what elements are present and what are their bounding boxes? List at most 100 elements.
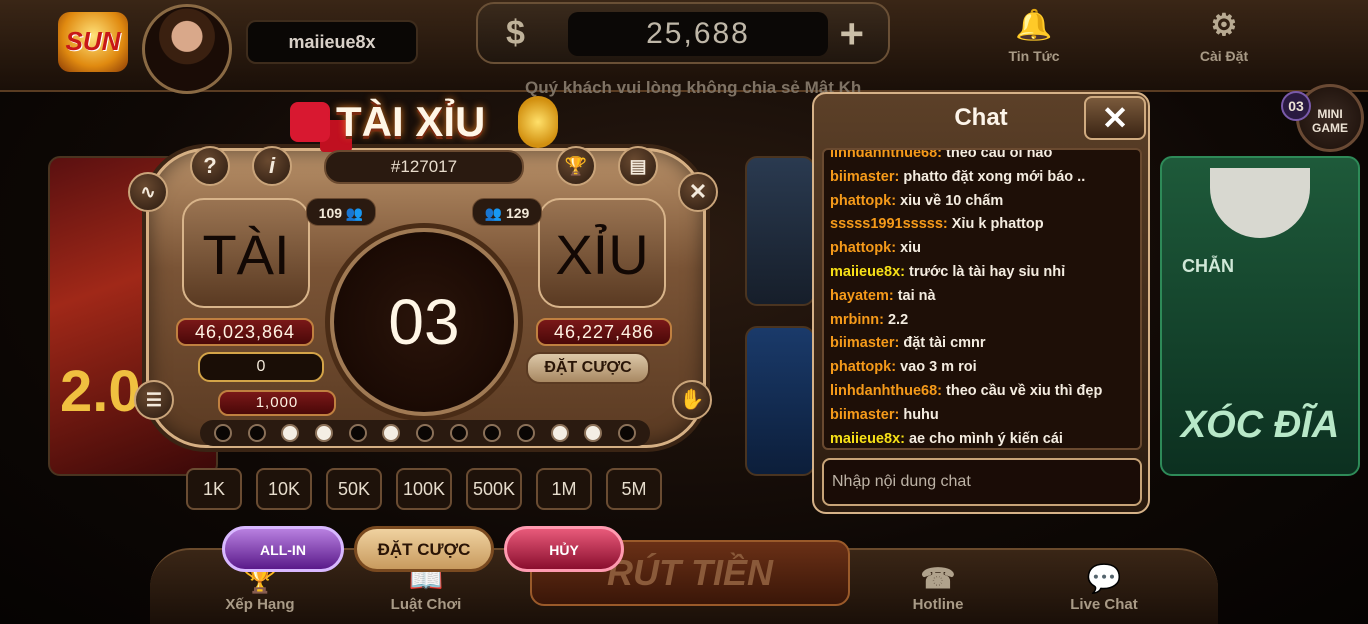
dice-icon <box>290 102 330 142</box>
settings-button[interactable]: ⚙ Cài Đặt <box>1164 4 1284 74</box>
chat-message: biimaster: đặt tài cmnr <box>830 332 1134 356</box>
chat-username[interactable]: maiieue8x: <box>830 264 905 280</box>
chat-text: tai nà <box>893 287 936 304</box>
history-dot-black <box>517 424 536 442</box>
xiu-label[interactable]: XỈU <box>538 198 666 308</box>
chat-text: ae cho mình ý kiến cái <box>904 430 1063 447</box>
lobby-card-tien[interactable] <box>745 156 815 306</box>
xiu-player-count: 👥 129 <box>472 198 542 226</box>
chat-bubble-icon: 💬 <box>1086 563 1122 594</box>
history-dot-black <box>618 424 637 442</box>
ranking-label: Xếp Hạng <box>225 596 295 613</box>
username-display[interactable]: maiieue8x <box>246 20 418 64</box>
tai-label[interactable]: TÀI <box>182 198 310 308</box>
chat-username[interactable]: linhdanhthue68: <box>830 383 942 399</box>
close-taixiu-button[interactable]: ✕ <box>678 172 718 212</box>
chat-username[interactable]: linhdanhthue68: <box>830 150 942 161</box>
chat-username[interactable]: phattopk: <box>830 240 896 256</box>
chat-username[interactable]: phattopk: <box>830 359 896 375</box>
chat-message: maiieue8x: trước là tài hay sỉu nhỉ <box>830 261 1134 285</box>
avatar[interactable] <box>142 4 232 94</box>
history-button[interactable]: ☰ <box>134 380 174 420</box>
chip-10k[interactable]: 10K <box>256 468 312 510</box>
close-icon: ✕ <box>688 179 708 204</box>
result-history <box>200 420 650 446</box>
chat-message-list[interactable]: linhdanhthue68: theo cầu ổi nào biimaster… <box>822 148 1142 450</box>
chat-message: phattopk: vao 3 m roi <box>830 356 1134 380</box>
phone-icon: ☎ <box>920 563 956 594</box>
chart-icon: ∿ <box>140 182 156 202</box>
bell-icon: 🔔 <box>1015 9 1053 42</box>
chat-username[interactable]: biimaster: <box>830 169 899 185</box>
xiu-player-count-value: 129 <box>505 205 530 221</box>
stats-button[interactable]: ∿ <box>128 172 168 212</box>
chat-panel: Chat ✕ linhdanhthue68: theo cầu ổi nào bi… <box>812 92 1150 514</box>
chip-100k[interactable]: 100K <box>396 468 452 510</box>
tai-bet-input[interactable]: 0 <box>198 352 324 382</box>
chat-username[interactable]: biimaster: <box>830 407 899 423</box>
history-dot-white <box>584 424 603 442</box>
dollar-icon: $ <box>506 14 525 52</box>
countdown-timer: 03 <box>330 228 518 416</box>
add-funds-button[interactable]: + <box>839 10 864 58</box>
chat-message: phattopk: xiu về 10 chấm <box>830 190 1134 214</box>
cancel-bet-button[interactable]: HỦY <box>504 526 624 572</box>
sunwin-logo[interactable]: SUN <box>58 12 128 72</box>
tai-player-count-value: 109 <box>318 205 343 221</box>
hand-icon: ✋ <box>679 389 705 411</box>
help-button[interactable]: ? <box>190 146 230 186</box>
lobby-card-phom[interactable] <box>745 326 815 476</box>
xiu-total-bet: 46,227,486 <box>536 318 672 346</box>
session-id: #127017 <box>324 150 524 184</box>
chat-text: xiu <box>896 240 922 257</box>
xoc-dia-plate-icon <box>1210 168 1310 238</box>
chat-message: linhdanhthue68: theo cầu về xiu thì đẹp <box>830 380 1134 404</box>
chat-username[interactable]: phattopk: <box>830 193 896 209</box>
chat-toggle-button[interactable]: ▤ <box>618 146 658 186</box>
chat-username[interactable]: hayatem: <box>830 288 894 304</box>
chat-message: maiieue8x: ae cho mình ý kiến cái <box>830 428 1134 448</box>
chat-message: phattopk: xiu <box>830 237 1134 261</box>
hand-button[interactable]: ✋ <box>672 380 712 420</box>
chat-message: biimaster: phatto đặt xong mới báo .. <box>830 166 1134 190</box>
xiu-place-bet-button[interactable]: ĐẶT CƯỢC <box>526 352 650 384</box>
chat-input[interactable] <box>822 458 1142 506</box>
coins-icon <box>518 96 558 148</box>
place-bet-button[interactable]: ĐẶT CƯỢC <box>354 526 494 572</box>
info-button[interactable]: i <box>252 146 292 186</box>
chat-message: mrbinn: 2.2 <box>830 309 1134 333</box>
settings-label: Cài Đặt <box>1199 48 1249 64</box>
trophy-icon: 🏆 <box>564 156 588 176</box>
chip-500k[interactable]: 500K <box>466 468 522 510</box>
chip-50k[interactable]: 50K <box>326 468 382 510</box>
chat-username[interactable]: biimaster: <box>830 335 899 351</box>
mini-game-button[interactable]: 03 MINI GAME <box>1281 84 1364 152</box>
promo-card-text: 2.0 <box>60 359 141 424</box>
chip-1k[interactable]: 1K <box>186 468 242 510</box>
chat-text: trước là tài hay sỉu nhỉ <box>904 263 1066 280</box>
history-dot-black <box>449 424 468 442</box>
chat-message: sssss1991sssss: Xỉu k phattop <box>830 213 1134 237</box>
history-dot-black <box>483 424 502 442</box>
chat-username[interactable]: mrbinn: <box>830 312 884 328</box>
list-icon: ☰ <box>145 390 163 410</box>
chat-text: theo cầu ổi nào <box>941 148 1053 161</box>
chat-text: đặt tài cmnr <box>899 335 986 352</box>
hotline-button[interactable]: ☎ Hotline <box>878 562 998 613</box>
chip-1m[interactable]: 1M <box>536 468 592 510</box>
leaderboard-button[interactable]: 🏆 <box>556 146 596 186</box>
close-chat-button[interactable]: ✕ <box>1084 96 1146 140</box>
marquee-notice: Quý khách vui lòng không chia sẻ Mật Kh <box>525 78 862 97</box>
chat-username[interactable]: maiieue8x: <box>830 431 905 447</box>
close-icon: ✕ <box>1101 100 1129 136</box>
chip-5m[interactable]: 5M <box>606 468 662 510</box>
news-button[interactable]: 🔔 Tin Tức <box>974 4 1094 74</box>
chat-text: phatto đặt xong mới báo .. <box>899 168 1086 185</box>
live-chat-button[interactable]: 💬 Live Chat <box>1044 562 1164 613</box>
xoc-dia-card[interactable]: CHẴN XÓC ĐĨA <box>1160 156 1360 476</box>
all-in-button[interactable]: ALL-IN <box>222 526 344 572</box>
chat-username[interactable]: sssss1991sssss: <box>830 216 948 232</box>
mini-game-count-badge: 03 <box>1281 91 1311 121</box>
gear-icon: ⚙ <box>1210 9 1238 42</box>
chat-text: 2.2 <box>883 311 909 328</box>
